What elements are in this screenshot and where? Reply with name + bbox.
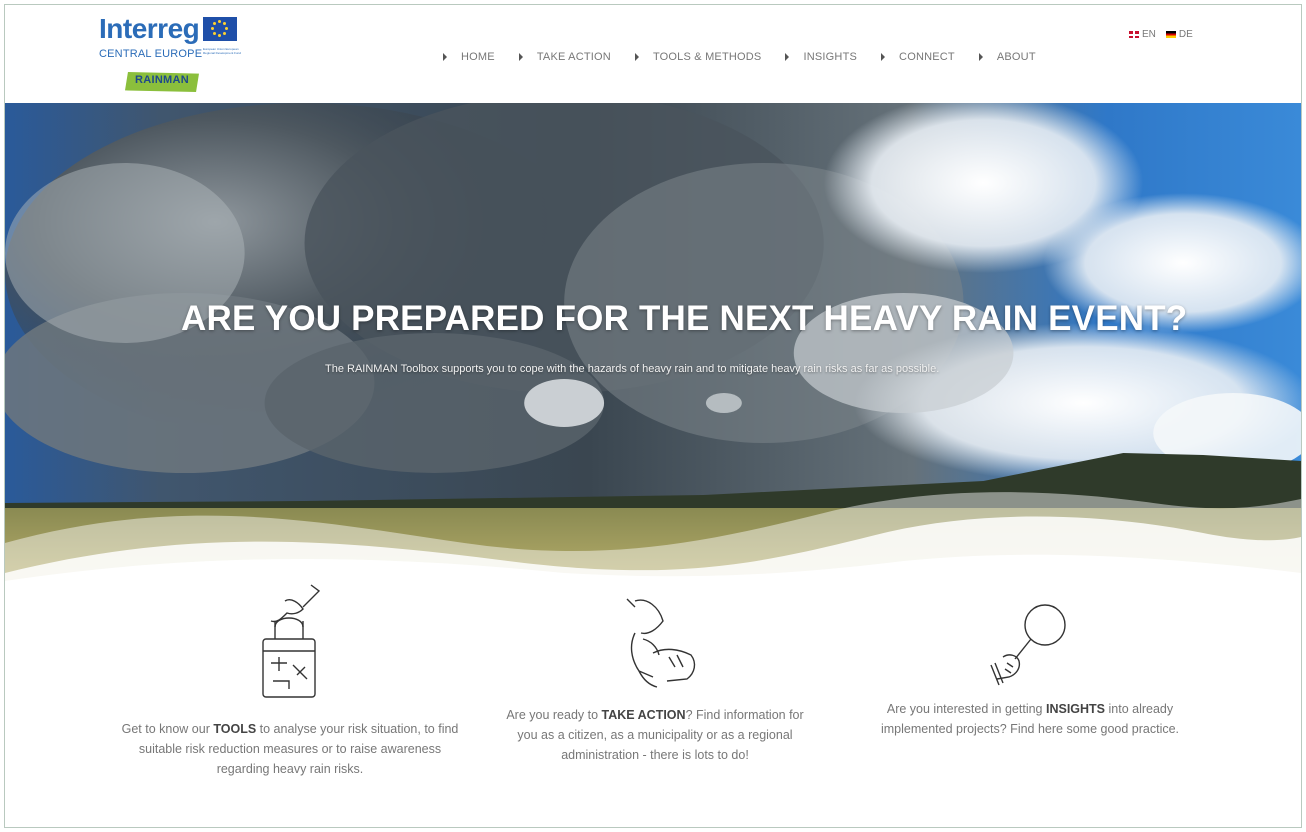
uk-flag-icon: [1129, 31, 1139, 38]
nav-item-label: ABOUT: [996, 51, 1036, 63]
logo-fine-print: European Union European Regional Develop…: [203, 47, 242, 55]
eu-flag-icon: [203, 17, 237, 41]
lang-en-link[interactable]: EN: [1129, 29, 1156, 40]
magnifier-hand-icon[interactable]: [983, 601, 1073, 691]
insights-card-text: Are you interested in getting INSIGHTS i…: [865, 699, 1195, 739]
nav-item-label: TOOLS & METHODS: [652, 51, 762, 63]
hero-banner: ARE YOU PREPARED FOR THE NEXT HEAVY RAIN…: [5, 103, 1301, 581]
toolbox-hand-icon[interactable]: [253, 579, 325, 705]
nav-item-label: TAKE ACTION: [536, 51, 611, 63]
card-text: Are you interested in getting: [886, 702, 1046, 716]
handshake-icon[interactable]: [613, 593, 713, 691]
nav-item-label: CONNECT: [899, 51, 955, 63]
logo-badge-label: RAINMAN: [134, 74, 190, 86]
interreg-rainman-logo[interactable]: Interreg CENTRAL EUROPE European Union E…: [99, 13, 259, 99]
nav-item-take-action[interactable]: TAKE ACTION: [518, 51, 611, 63]
nav-item-insights[interactable]: INSIGHTS: [785, 51, 857, 63]
lang-label: DE: [1178, 29, 1193, 40]
language-switcher: EN DE: [1129, 29, 1193, 40]
tools-link[interactable]: TOOLS: [213, 722, 256, 736]
nav-item-connect[interactable]: CONNECT: [881, 51, 955, 63]
lang-label: EN: [1142, 29, 1156, 40]
hero-subtitle: The RAINMAN Toolbox supports you to cope…: [325, 363, 940, 375]
triangle-right-icon: [785, 53, 790, 61]
take-action-link[interactable]: TAKE ACTION: [602, 708, 686, 722]
triangle-right-icon: [978, 53, 983, 61]
nav-item-label: INSIGHTS: [803, 51, 858, 63]
insights-link[interactable]: INSIGHTS: [1046, 702, 1105, 716]
germany-flag-icon: [1165, 31, 1176, 38]
triangle-right-icon: [881, 53, 886, 61]
card-text: Are you ready to: [506, 708, 602, 722]
hero-title: ARE YOU PREPARED FOR THE NEXT HEAVY RAIN…: [181, 299, 1188, 338]
triangle-right-icon: [518, 53, 523, 61]
browser-frame: Interreg CENTRAL EUROPE European Union E…: [4, 4, 1302, 828]
site-header: Interreg CENTRAL EUROPE European Union E…: [5, 5, 1301, 103]
tools-card-text: Get to know our TOOLS to analyse your ri…: [115, 719, 465, 779]
storm-cloud-landscape-image: [5, 103, 1301, 581]
nav-item-label: HOME: [461, 51, 495, 63]
logo-wordmark: Interreg: [99, 13, 200, 44]
triangle-right-icon: [634, 53, 639, 61]
lang-de-link[interactable]: DE: [1165, 29, 1193, 40]
main-nav: HOME TAKE ACTION TOOLS & METHODS INSIGHT…: [443, 51, 1060, 63]
take-action-card-text: Are you ready to TAKE ACTION? Find infor…: [495, 705, 815, 765]
card-text: Get to know our: [121, 722, 214, 736]
logo-region: CENTRAL EUROPE: [99, 48, 203, 60]
nav-item-home[interactable]: HOME: [443, 51, 495, 63]
nav-item-about[interactable]: ABOUT: [978, 51, 1036, 63]
nav-item-tools-methods[interactable]: TOOLS & METHODS: [634, 51, 762, 63]
triangle-right-icon: [443, 53, 447, 61]
